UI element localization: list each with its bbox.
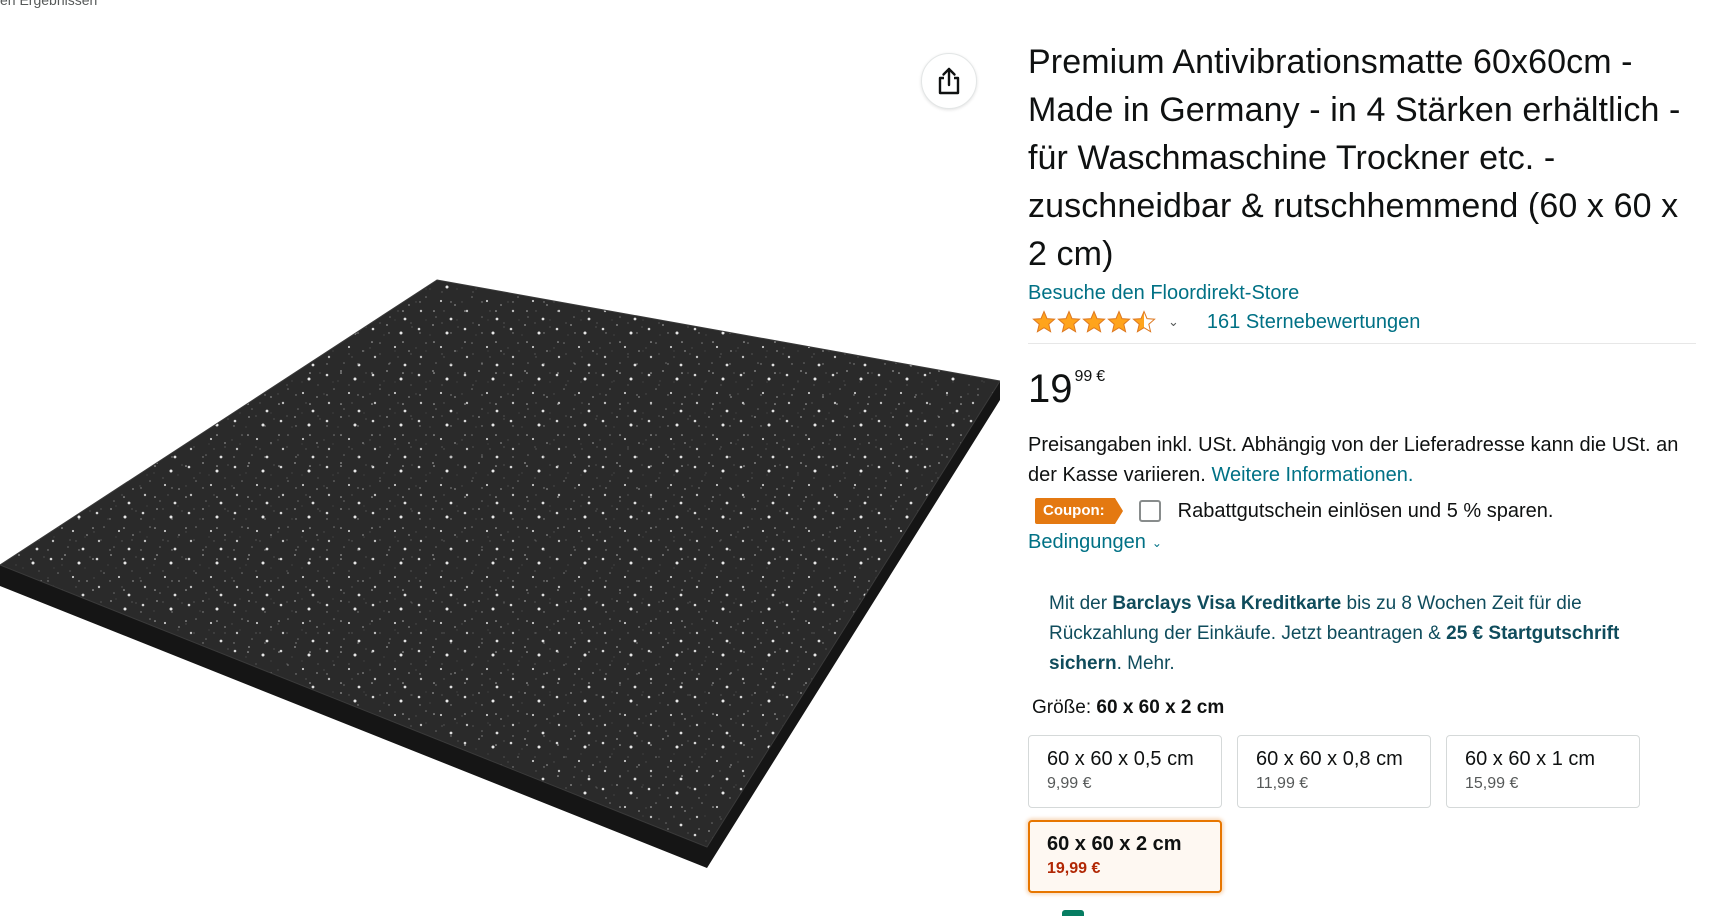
price-fraction: 99 bbox=[1074, 368, 1093, 385]
share-button[interactable] bbox=[921, 53, 977, 109]
star-rating[interactable] bbox=[1032, 310, 1156, 334]
size-option-price: 9,99 € bbox=[1047, 775, 1092, 792]
promo-more-link[interactable]: . Mehr. bbox=[1117, 653, 1175, 674]
size-label-text: Größe: bbox=[1032, 697, 1097, 718]
size-option[interactable]: 60 x 60 x 0,5 cm 9,99 € bbox=[1028, 735, 1222, 808]
coupon-conditions-link[interactable]: Bedingungen ⌄ bbox=[1028, 527, 1698, 557]
chevron-down-icon[interactable]: ⌄ bbox=[1168, 314, 1179, 330]
star-full-icon bbox=[1032, 310, 1056, 333]
price-whole: 19 bbox=[1028, 367, 1073, 411]
product-title: Premium Antivibrationsmatte 60x60cm - Ma… bbox=[1028, 43, 1681, 273]
star-half-icon bbox=[1132, 310, 1156, 333]
price-currency: € bbox=[1096, 368, 1106, 385]
size-option[interactable]: 60 x 60 x 0,8 cm 11,99 € bbox=[1237, 735, 1431, 808]
share-icon bbox=[938, 67, 960, 95]
product-info: Premium Antivibrationsmatte 60x60cm - Ma… bbox=[1028, 38, 1698, 893]
product-image[interactable] bbox=[0, 0, 1000, 916]
ratings-row: ⌄ 161 Sternebewertungen bbox=[1028, 307, 1696, 344]
price: 19 99 € bbox=[1028, 366, 1698, 416]
chevron-down-icon: ⌄ bbox=[1151, 535, 1162, 550]
credit-card-promo: Mit der Barclays Visa Kreditkarte bis zu… bbox=[1049, 589, 1669, 679]
size-label: Größe: 60 x 60 x 2 cm bbox=[1032, 693, 1698, 723]
coupon-row: Coupon: Rabattgutschein einlösen und 5 %… bbox=[1028, 497, 1698, 525]
size-option-name: 60 x 60 x 2 cm bbox=[1047, 833, 1182, 855]
coupon-badge: Coupon: bbox=[1035, 498, 1123, 524]
tax-info-link[interactable]: Weitere Informationen. bbox=[1211, 464, 1413, 486]
coupon-checkbox[interactable] bbox=[1138, 500, 1161, 522]
promo-prefix: Mit der bbox=[1049, 593, 1113, 614]
product-page: en Ergebnissen Premium Antivibrationsmat… bbox=[0, 0, 1719, 916]
coupon-conditions-label: Bedingungen bbox=[1028, 531, 1146, 553]
size-options: 60 x 60 x 0,5 cm 9,99 € 60 x 60 x 0,8 cm… bbox=[1028, 735, 1698, 893]
coupon-text: Rabattgutschein einlösen und 5 % sparen. bbox=[1177, 499, 1554, 522]
size-option-name: 60 x 60 x 1 cm bbox=[1465, 748, 1596, 770]
promo-card-link[interactable]: Barclays Visa Kreditkarte bbox=[1112, 593, 1341, 614]
size-option[interactable]: 60 x 60 x 1 cm 15,99 € bbox=[1446, 735, 1640, 808]
star-full-icon bbox=[1107, 310, 1131, 333]
tax-info: Preisangaben inkl. USt. Abhängig von der… bbox=[1028, 430, 1708, 490]
size-option-selected[interactable]: 60 x 60 x 2 cm 19,99 € bbox=[1028, 820, 1222, 893]
cut-off-element bbox=[1062, 910, 1084, 916]
size-selected-value: 60 x 60 x 2 cm bbox=[1096, 697, 1225, 718]
size-option-price: 11,99 € bbox=[1256, 775, 1309, 792]
size-option-price: 19,99 € bbox=[1047, 860, 1101, 877]
ratings-count-link[interactable]: 161 Sternebewertungen bbox=[1207, 311, 1421, 334]
store-link[interactable]: Besuche den Floordirekt-Store bbox=[1028, 282, 1299, 305]
star-full-icon bbox=[1057, 310, 1081, 333]
size-option-name: 60 x 60 x 0,5 cm bbox=[1047, 748, 1194, 770]
size-option-price: 15,99 € bbox=[1465, 775, 1519, 792]
star-full-icon bbox=[1082, 310, 1106, 333]
size-option-name: 60 x 60 x 0,8 cm bbox=[1256, 748, 1403, 770]
